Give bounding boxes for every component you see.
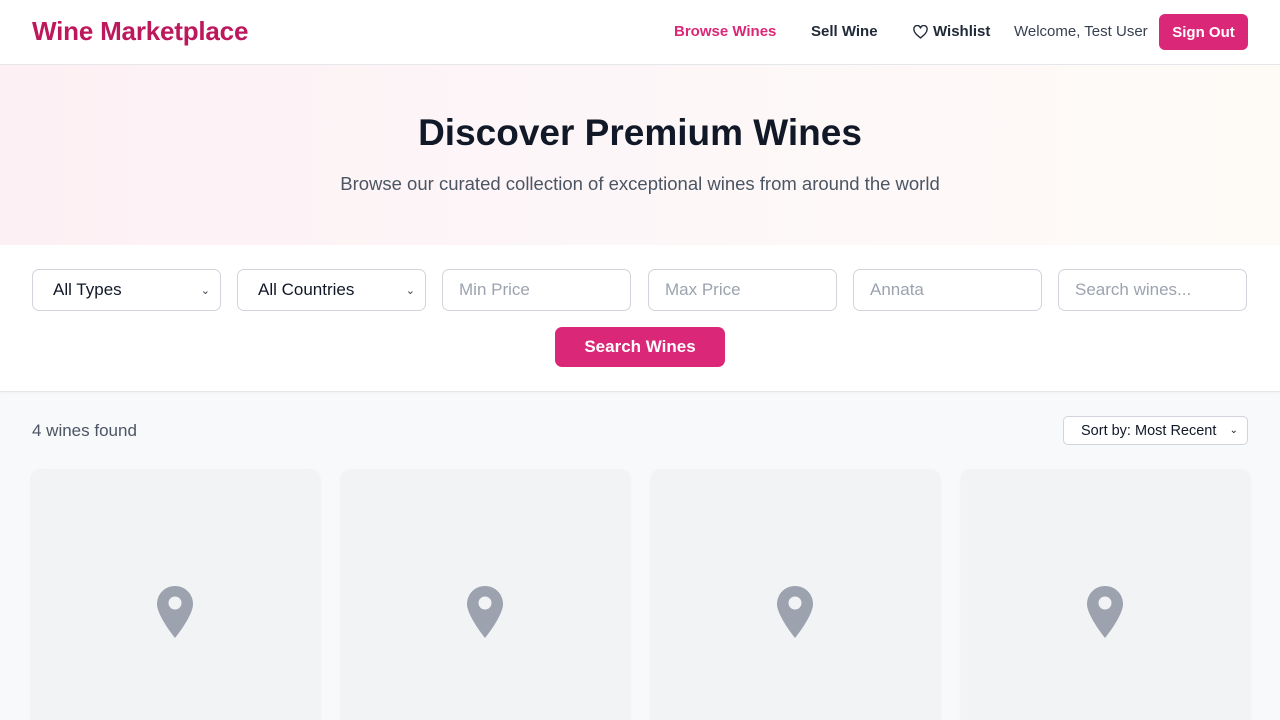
wine-card[interactable] [341, 469, 630, 720]
nav-wishlist-label: Wishlist [933, 23, 991, 40]
sign-out-button[interactable]: Sign Out [1159, 14, 1248, 50]
heart-icon [913, 24, 928, 39]
wine-card[interactable] [961, 469, 1250, 720]
wine-card[interactable] [651, 469, 940, 720]
nav-wishlist[interactable]: Wishlist [913, 23, 990, 40]
search-wines-button[interactable]: Search Wines [555, 327, 725, 367]
results-count: 4 wines found [32, 421, 137, 440]
nav-sell-wine[interactable]: Sell Wine [811, 23, 878, 40]
chevron-down-icon: ⌄ [200, 284, 210, 297]
top-navigation-bar: Wine Marketplace Browse Wines Sell Wine … [0, 0, 1280, 65]
hero-subtitle: Browse our curated collection of excepti… [340, 173, 940, 194]
nav-browse-wines[interactable]: Browse Wines [674, 23, 776, 40]
location-pin-icon [777, 586, 813, 638]
location-pin-icon [1087, 586, 1123, 638]
welcome-message: Welcome, Test User [1014, 23, 1148, 40]
vintage-input[interactable] [853, 269, 1042, 311]
filter-bar: All Types ⌄ All Countries ⌄ Search Wines [0, 245, 1280, 392]
country-select[interactable]: All Countries ⌄ [237, 269, 426, 311]
hero-banner: Discover Premium Wines Browse our curate… [0, 65, 1280, 245]
brand-logo[interactable]: Wine Marketplace [32, 16, 248, 47]
max-price-input[interactable] [648, 269, 837, 311]
location-pin-icon [157, 586, 193, 638]
location-pin-icon [467, 586, 503, 638]
sort-select[interactable]: Sort by: Most Recent ⌄ [1063, 416, 1248, 445]
wine-card[interactable] [31, 469, 320, 720]
wine-type-select[interactable]: All Types ⌄ [32, 269, 221, 311]
country-value: All Countries [258, 280, 355, 299]
chevron-down-icon: ⌄ [1229, 425, 1238, 436]
hero-title: Discover Premium Wines [418, 112, 862, 153]
chevron-down-icon: ⌄ [405, 284, 415, 297]
sort-value: Sort by: Most Recent [1081, 422, 1217, 439]
search-input[interactable] [1058, 269, 1247, 311]
wine-type-value: All Types [53, 280, 122, 299]
min-price-input[interactable] [442, 269, 631, 311]
